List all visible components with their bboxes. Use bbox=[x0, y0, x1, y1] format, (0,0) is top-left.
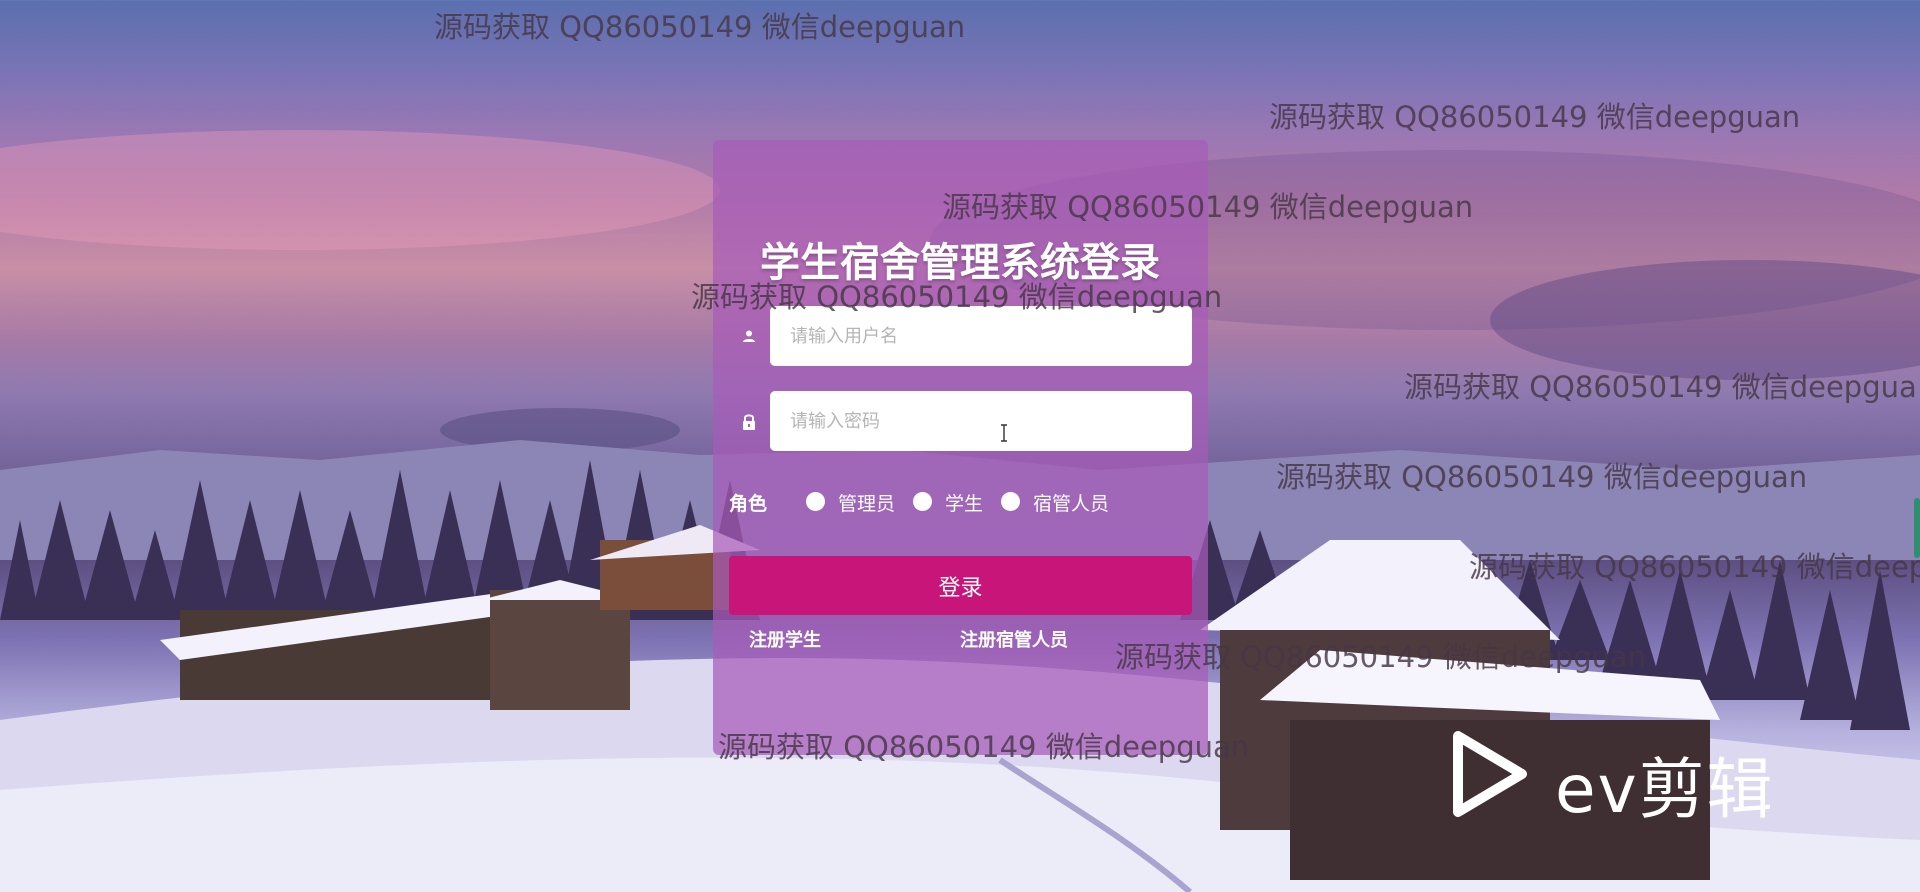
password-input[interactable] bbox=[770, 391, 1192, 451]
watermark-text: 源码获取 QQ86050149 微信deep bbox=[1469, 550, 1920, 584]
watermark-text: 源码获取 QQ86050149 微信deepguan bbox=[942, 190, 1474, 224]
watermark-text: 源码获取 QQ86050149 微信deepguan bbox=[434, 10, 966, 44]
register-student-link[interactable]: 注册学生 bbox=[749, 626, 821, 652]
watermark-text: 源码获取 QQ86050149 微信deepguan bbox=[1276, 460, 1808, 494]
register-manager-link[interactable]: 注册宿管人员 bbox=[960, 626, 1068, 652]
role-option-student-label: 学生 bbox=[945, 493, 984, 515]
role-option-dorm-manager-label: 宿管人员 bbox=[1033, 493, 1110, 515]
watermark-text: 源码获取 QQ86050149 微信deepguan bbox=[1115, 640, 1647, 674]
play-icon bbox=[1453, 731, 1527, 817]
text-cursor-icon bbox=[1001, 424, 1007, 442]
role-radio-student[interactable] bbox=[913, 492, 932, 511]
role-label: 角色 bbox=[729, 493, 768, 515]
lock-icon bbox=[734, 407, 764, 437]
watermark-text: 源码获取 QQ86050149 微信deepguan bbox=[718, 730, 1250, 764]
user-icon bbox=[734, 321, 764, 351]
login-button[interactable]: 登录 bbox=[729, 556, 1192, 615]
role-option-admin-label: 管理员 bbox=[838, 493, 896, 515]
role-radio-admin[interactable] bbox=[806, 492, 825, 511]
watermark-text: 源码获取 QQ86050149 微信deepguan bbox=[1269, 100, 1801, 134]
role-radio-dorm-manager[interactable] bbox=[1001, 492, 1020, 511]
watermark-text: 源码获取 QQ86050149 微信deepgua bbox=[1404, 370, 1917, 404]
watermark-text: 源码获取 QQ86050149 微信deepguan bbox=[691, 280, 1223, 314]
scrollbar-thumb[interactable] bbox=[1914, 498, 1920, 558]
brand-watermark: ev剪辑 bbox=[1555, 751, 1775, 828]
